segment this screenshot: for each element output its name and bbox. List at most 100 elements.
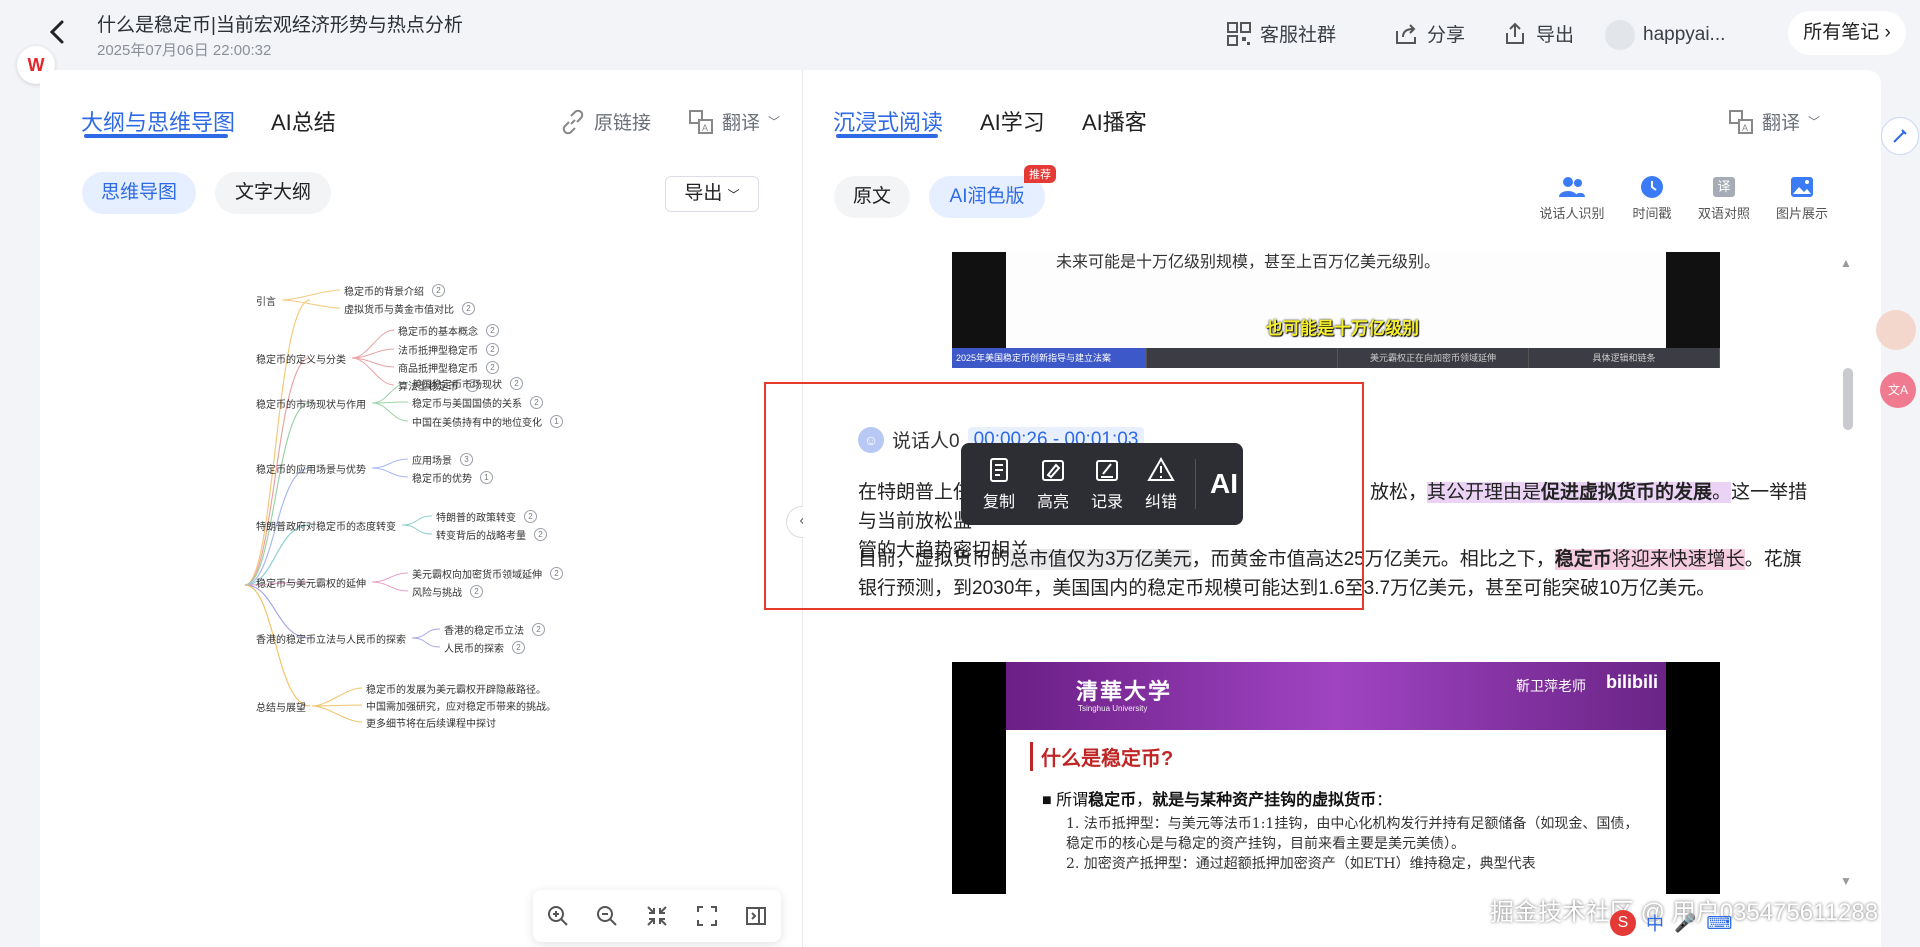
service-group-button[interactable]: 客服社群: [1226, 20, 1336, 47]
mindmap-child-node[interactable]: 美元霸权向加密货币领域延伸: [412, 566, 542, 581]
tab-ai-summary[interactable]: AI总结: [271, 105, 336, 137]
scroll-down-arrow-icon[interactable]: ▼: [1840, 874, 1852, 888]
share-button[interactable]: 分享: [1393, 20, 1465, 47]
tab-outline-mindmap[interactable]: 大纲与思维导图: [81, 105, 235, 137]
fullscreen-icon[interactable]: [694, 903, 720, 929]
mindmap-child-node[interactable]: 应用场景: [412, 452, 452, 467]
note-button[interactable]: 记录: [1087, 456, 1127, 512]
mindmap-branch-node[interactable]: 稳定币的应用场景与优势: [256, 461, 366, 476]
mindmap-child-node[interactable]: 风险与挑战: [412, 584, 462, 599]
highlight-label: 高亮: [1036, 494, 1069, 511]
keyboard-icon[interactable]: ⌨: [1706, 913, 1732, 934]
mindmap-canvas[interactable]: 引言 稳定币的背景介绍 2 虚拟货币与黄金市值对比 2 稳定币的定义与分类 稳定币的基本概念…: [40, 260, 760, 900]
mindmap-count-badge[interactable]: 2: [524, 510, 537, 523]
zoom-out-icon[interactable]: [594, 903, 620, 929]
mindmap-count-badge[interactable]: 2: [530, 396, 543, 409]
copy-button[interactable]: 复制: [979, 456, 1019, 512]
scrollbar-thumb[interactable]: [1843, 368, 1853, 430]
mindmap-branch-node[interactable]: 稳定币与美元霸权的延伸: [256, 575, 366, 590]
mindmap-count-badge[interactable]: 2: [462, 302, 475, 315]
mindmap-child-node[interactable]: 稳定币的基本概念: [398, 323, 478, 338]
popup-divider: [1195, 459, 1196, 509]
mic-icon[interactable]: 🎤: [1674, 913, 1696, 934]
mindmap-child-node[interactable]: 香港的稳定币立法: [444, 622, 524, 637]
mindmap-branch-node[interactable]: 香港的稳定币立法与人民币的探索: [256, 631, 406, 646]
copy-label: 复制: [982, 494, 1015, 511]
image-icon: [1788, 175, 1816, 199]
tab-underline: [84, 134, 228, 138]
mindmap-branch-node[interactable]: 稳定币的定义与分类: [256, 351, 346, 366]
video-frame-2[interactable]: 清華大学 Tsinghua University 靳卫萍老师 bilibili …: [952, 662, 1720, 894]
back-arrow-icon[interactable]: [44, 18, 72, 46]
tab-ai-learning[interactable]: AI学习: [980, 105, 1045, 137]
mindmap-child-node[interactable]: 稳定币的发展为美元霸权开辟隐蔽路径。: [366, 681, 546, 696]
pill-original[interactable]: 原文: [834, 176, 910, 218]
sidebar-toggle-icon[interactable]: [743, 903, 769, 929]
pill-text-outline[interactable]: 文字大纲: [215, 172, 331, 214]
scroll-up-arrow-icon[interactable]: ▲: [1840, 256, 1852, 270]
assistant-avatar-icon[interactable]: [1876, 310, 1916, 350]
tab-ai-podcast[interactable]: AI播客: [1082, 105, 1147, 137]
sogou-ime-icon[interactable]: S: [1610, 910, 1636, 936]
mindmap-child-line: [371, 402, 409, 422]
mindmap-count-badge[interactable]: 2: [486, 361, 499, 374]
mindmap-child-node[interactable]: 转变背后的战略考量: [436, 527, 526, 542]
chapter-item: 2025年美国稳定币创新指导与建立法案: [952, 348, 1147, 368]
mindmap-child-node[interactable]: 人民币的探索: [444, 640, 504, 655]
mindmap-count-badge[interactable]: 1: [550, 415, 563, 428]
mindmap-child-node[interactable]: 商品抵押型稳定币: [398, 360, 478, 375]
ime-language[interactable]: 中: [1646, 910, 1664, 936]
tool-bilingual[interactable]: 译 双语对照: [1686, 175, 1762, 222]
zoom-in-icon[interactable]: [545, 903, 571, 929]
translate-left-button[interactable]: A 翻译 ﹀: [688, 108, 780, 135]
mindmap-child-node[interactable]: 美国稳定币市场现状: [412, 376, 502, 391]
video-frame-1[interactable]: 未来可能是十万亿级别规模，甚至上百万亿美元级别。 也可能是十万亿级别 2025年…: [952, 252, 1720, 368]
export-header-button[interactable]: 导出: [1502, 20, 1574, 47]
mindmap-count-badge[interactable]: 1: [480, 471, 493, 484]
mindmap-count-badge[interactable]: 2: [512, 641, 525, 654]
user-menu[interactable]: happyai...: [1605, 20, 1725, 50]
tool-speaker-recognition[interactable]: 说话人识别: [1534, 175, 1610, 222]
export-header-label: 导出: [1536, 25, 1575, 46]
correct-button[interactable]: 纠错: [1141, 456, 1181, 512]
original-link-button[interactable]: 原链接: [560, 108, 651, 135]
export-mindmap-button[interactable]: 导出 ﹀: [665, 176, 759, 212]
mindmap-child-node[interactable]: 特朗普的政策转变: [436, 509, 516, 524]
all-notes-button[interactable]: 所有笔记 ›: [1788, 11, 1906, 55]
translate-float-icon[interactable]: 文A: [1880, 372, 1916, 408]
mindmap-branch-node[interactable]: 总结与展望: [256, 699, 306, 714]
mindmap-count-badge[interactable]: 2: [532, 623, 545, 636]
mindmap-child-node[interactable]: 稳定币的背景介绍: [344, 283, 424, 298]
mindmap-child-node[interactable]: 虚拟货币与黄金市值对比: [344, 301, 454, 316]
tool-label: 图片展示: [1775, 206, 1828, 221]
mindmap-count-badge[interactable]: 2: [432, 284, 445, 297]
collapse-all-icon[interactable]: [644, 903, 670, 929]
mindmap-branch-node[interactable]: 稳定币的市场现状与作用: [256, 396, 366, 411]
mindmap-child-node[interactable]: 中国需加强研究，应对稳定币带来的挑战。: [366, 698, 556, 713]
highlight-button[interactable]: 高亮: [1033, 456, 1073, 512]
slide-text: 稳定币: [1088, 792, 1137, 809]
mindmap-count-badge[interactable]: 2: [470, 585, 483, 598]
ai-assist-button[interactable]: AI: [1210, 468, 1238, 500]
mindmap-count-badge[interactable]: 2: [534, 528, 547, 541]
ai-pen-float-icon[interactable]: [1881, 117, 1919, 155]
mindmap-child-node[interactable]: 更多细节将在后续课程中探讨: [366, 715, 496, 730]
tool-image-display[interactable]: 图片展示: [1764, 175, 1840, 222]
mindmap-count-badge[interactable]: 2: [486, 324, 499, 337]
mindmap-child-node[interactable]: 法币抵押型稳定币: [398, 342, 478, 357]
mindmap-count-badge[interactable]: 2: [486, 343, 499, 356]
mindmap-count-badge[interactable]: 2: [550, 567, 563, 580]
translate-right-button[interactable]: A 翻译 ﹀: [1728, 108, 1820, 135]
mindmap-branch-node[interactable]: 引言: [256, 293, 276, 308]
mindmap-child-node[interactable]: 稳定币与美国国债的关系: [412, 395, 522, 410]
mindmap-child-node[interactable]: 稳定币的优势: [412, 470, 472, 485]
tool-timestamp[interactable]: 时间戳: [1614, 175, 1690, 222]
mindmap-count-badge[interactable]: 3: [460, 453, 473, 466]
video-banner: 清華大学 Tsinghua University 靳卫萍老师 bilibili: [1006, 662, 1666, 730]
mindmap-count-badge[interactable]: 2: [510, 377, 523, 390]
mindmap-child-node[interactable]: 中国在美债持有中的地位变化: [412, 414, 542, 429]
tab-immersive-reading[interactable]: 沉浸式阅读: [833, 105, 943, 137]
mindmap-branch-node[interactable]: 特朗普政府对稳定币的态度转变: [256, 518, 396, 533]
pill-mindmap[interactable]: 思维导图: [82, 172, 196, 214]
tab-underline: [836, 134, 938, 138]
